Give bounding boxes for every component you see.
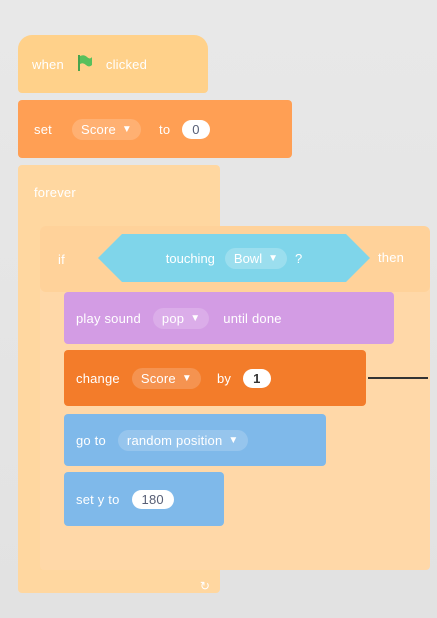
touching-qmark: ? [295, 250, 303, 266]
change-variable-dropdown[interactable]: Score ▼ [131, 367, 201, 389]
touching-condition[interactable]: touching Bowl ▼ ? [98, 234, 370, 282]
change-variable-name: Score [140, 370, 176, 386]
go-to-label: go to [76, 432, 106, 448]
then-label: then [378, 249, 405, 265]
code-area: when clicked set Score ▼ to 0 forever if… [0, 0, 437, 618]
variable-dropdown[interactable]: Score ▼ [71, 118, 142, 140]
set-variable-block[interactable]: set Score ▼ to 0 [18, 100, 292, 158]
change-value-input[interactable]: 1 [243, 368, 271, 388]
change-label: change [76, 370, 120, 386]
chevron-down-icon: ▼ [181, 372, 192, 384]
chevron-down-icon: ▼ [190, 312, 201, 324]
touching-label: touching [165, 250, 215, 266]
if-block-bottom [40, 532, 430, 568]
go-to-block[interactable]: go to random position ▼ [64, 414, 326, 466]
go-to-target: random position [126, 432, 223, 448]
loop-arrow-icon: ↻ [199, 579, 211, 593]
play-sound-block[interactable]: play sound pop ▼ until done [64, 292, 394, 344]
by-label: by [216, 370, 232, 386]
until-done-label: until done [223, 310, 282, 326]
forever-end-marker: ↻ [190, 575, 220, 597]
touching-dropdown[interactable]: Bowl ▼ [224, 247, 287, 269]
green-flag-icon [76, 54, 94, 75]
set-y-label: set y to [76, 491, 120, 507]
go-to-dropdown[interactable]: random position ▼ [117, 429, 248, 451]
then-label-wrap: then [378, 245, 430, 269]
set-label: set [34, 121, 52, 137]
clicked-label: clicked [105, 56, 148, 72]
change-variable-block[interactable]: change Score ▼ by 1 [64, 350, 366, 406]
callout-line [368, 377, 428, 379]
forever-header: forever [34, 177, 154, 207]
if-label: if [58, 251, 65, 267]
chevron-down-icon: ▼ [228, 434, 239, 446]
sound-name: pop [161, 310, 185, 326]
value-input[interactable]: 0 [182, 119, 210, 139]
chevron-down-icon: ▼ [121, 123, 133, 135]
forever-label: forever [34, 184, 76, 200]
touching-target: Bowl [233, 250, 263, 266]
set-y-value-input[interactable]: 180 [131, 489, 174, 509]
to-label: to [159, 121, 171, 137]
when-flag-clicked-block[interactable]: when clicked [18, 35, 208, 93]
chevron-down-icon: ▼ [268, 252, 278, 264]
set-y-block[interactable]: set y to 180 [64, 472, 224, 526]
when-label: when [32, 56, 64, 72]
variable-name: Score [80, 121, 116, 137]
play-sound-label: play sound [76, 310, 141, 326]
sound-dropdown[interactable]: pop ▼ [152, 307, 210, 329]
